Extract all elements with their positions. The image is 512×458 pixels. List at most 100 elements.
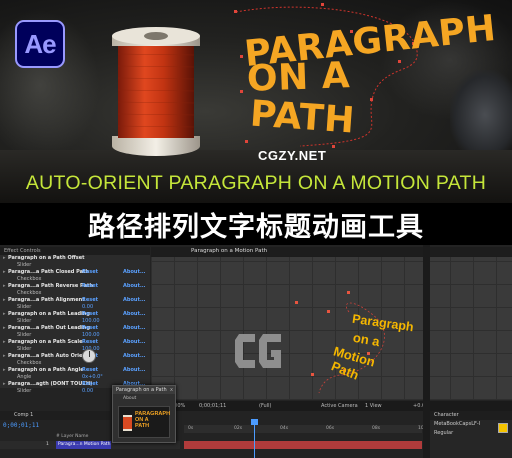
reset-link[interactable]: Reset (82, 325, 98, 332)
character-panel: Character MetaBookCapsLF-I Regular (430, 411, 512, 458)
effect-property-row[interactable]: Angle 0x+0.0° (0, 374, 150, 381)
property-value[interactable]: 0.00 (82, 388, 93, 395)
effect-label: Paragra...a Path Closed Path (8, 269, 89, 275)
about-link[interactable]: About... (123, 353, 146, 360)
about-link[interactable]: About... (123, 297, 146, 304)
property-value[interactable]: 0x+0.0° (82, 374, 103, 381)
effect-controls-header[interactable]: Effect Controls (0, 247, 150, 255)
about-thumbnail: PARAGRAPH ON A PATH (118, 406, 170, 438)
effect-label: Paragra...a Path Reverse Path (8, 283, 93, 289)
timeline-tick-label: 06s (326, 426, 335, 431)
close-icon[interactable]: x (170, 386, 173, 394)
effect-row[interactable]: ▸ Paragra...a Path Reverse Path Reset About… (0, 283, 150, 290)
character-panel-header[interactable]: Character (430, 411, 512, 420)
reset-link[interactable]: Reset (82, 297, 98, 304)
layer-name-header: # Layer Name (56, 434, 89, 439)
reset-link[interactable]: Reset (82, 367, 98, 374)
effect-label: Slider (17, 332, 32, 338)
effect-label: Slider (17, 262, 32, 268)
fill-color-swatch[interactable] (498, 423, 508, 433)
angle-dial[interactable] (82, 349, 96, 363)
effect-label: Angle (17, 374, 32, 380)
banner-text: 路径排列文字标题动画工具 (88, 211, 424, 243)
composition-panel: Paragraph on a Motion Path Paragraph on … (151, 247, 512, 400)
effect-property-row[interactable]: Checkbox (0, 290, 150, 297)
camera-dropdown[interactable]: Active Camera (321, 401, 358, 411)
side-toolbar (423, 245, 430, 458)
effect-label: Paragra...a Path Alignment (8, 297, 85, 303)
about-dialog-titlebar[interactable]: Paragraph on a Path x (113, 386, 175, 394)
effect-row[interactable]: ▸ Paragra...a Path Alignment Reset About... (0, 297, 150, 304)
layer-name: Paragra...n Motion Path (56, 441, 111, 449)
reset-link[interactable]: Reset (82, 311, 98, 318)
effect-label: Slider (17, 318, 32, 324)
effect-label: Checkbox (17, 290, 42, 296)
current-time-indicator[interactable] (251, 419, 258, 458)
effect-property-row[interactable]: Slider 100.00 (0, 332, 150, 339)
reset-link[interactable]: Reset (82, 269, 98, 276)
layer-number: 1 (46, 442, 49, 447)
effect-row[interactable]: ▸ Paragra...a Path Closed Path Reset About.… (0, 269, 150, 276)
effect-row[interactable]: ▸ Paragraph on a Path Angle Reset About... (0, 367, 150, 374)
effect-label: Paragra...agth (DONT TOUCH) (8, 381, 93, 387)
view-layout-dropdown[interactable]: 1 View (365, 401, 382, 411)
effect-label: Paragraph on a Path Angle (8, 367, 84, 373)
current-time-display[interactable]: 0;00;01;11 (199, 401, 226, 411)
timeline-tick-label: 04s (280, 426, 289, 431)
timeline-tabs: Comp 1 (0, 411, 110, 420)
effect-label: Paragra...a Path Auto Orient (8, 353, 89, 359)
about-dialog: Paragraph on a Path x About PARAGRAPH ON… (112, 385, 176, 443)
timeline-tick-label: 02s (234, 426, 243, 431)
about-link[interactable]: About... (123, 325, 146, 332)
effect-controls-panel: Effect Controls ▸ Paragraph on a Path Off… (0, 247, 150, 394)
tab-comp-1[interactable]: Comp 1 (14, 411, 33, 420)
layer-duration-bar[interactable] (184, 441, 422, 449)
timeline-tick-label: 0s (188, 426, 194, 431)
effect-label: Paragraph on a Path Leading (8, 311, 90, 317)
effect-label: Checkbox (17, 276, 42, 282)
effect-row[interactable]: ▸ Paragraph on a Path Offset (0, 255, 150, 262)
effect-property-row[interactable]: Slider (0, 262, 150, 269)
thumbnail-text: PARAGRAPH ON A PATH (135, 411, 170, 429)
after-effects-interface: Effect Controls ▸ Paragraph on a Path Off… (0, 245, 512, 458)
effect-label: Paragraph on a Path Offset (8, 255, 85, 261)
about-button[interactable]: About (113, 394, 175, 401)
composition-toolbar: 100% 0;00;01;11 (Full) Active Camera 1 V… (151, 401, 512, 411)
effect-row[interactable]: ▸Paragra...a Path Auto OrientResetAbout.… (0, 353, 150, 360)
hero-image: Ae PARAGRAPH ON A PATH CGZY.NET AUTO-ORI… (0, 0, 512, 203)
effect-row[interactable]: ▸ Paragra...a Path Out Leading Reset About.… (0, 325, 150, 332)
reset-link[interactable]: Reset (82, 339, 98, 346)
effect-property-row[interactable]: Checkbox (0, 360, 150, 367)
effect-row[interactable]: ▸ Paragraph on a Path Scale Reset About... (0, 339, 150, 346)
spool-thumbnail-icon (123, 415, 132, 431)
effect-row[interactable]: ▸ Paragraph on a Path Leading Reset About..… (0, 311, 150, 318)
effect-property-row[interactable]: Slider100.00 (0, 346, 150, 353)
effect-property-row[interactable]: Slider 0.00 (0, 304, 150, 311)
effect-controls-title: Effect Controls (4, 248, 41, 254)
chinese-title-banner: 路径排列文字标题动画工具 (0, 203, 512, 245)
composition-tab[interactable]: Paragraph on a Motion Path (151, 247, 512, 256)
composition-tab-label: Paragraph on a Motion Path (191, 248, 268, 254)
reset-link[interactable]: Reset (82, 381, 98, 388)
watermark: CGZY.NET (258, 148, 327, 163)
property-value[interactable]: 100.00 (82, 318, 100, 325)
resolution-dropdown[interactable]: (Full) (259, 401, 271, 411)
property-value[interactable]: 0.00 (82, 304, 93, 311)
reset-link[interactable]: Reset (82, 283, 98, 290)
timeline-timecode[interactable]: 0;00;01;11 (3, 422, 39, 429)
effect-property-row[interactable]: Checkbox (0, 276, 150, 283)
property-value[interactable]: 100.00 (82, 332, 100, 339)
about-link[interactable]: About... (123, 311, 146, 318)
effect-rows: ▸ Paragraph on a Path Offset Slider ▸ Paragr… (0, 255, 150, 395)
about-link[interactable]: About... (123, 283, 146, 290)
effect-label: Slider (17, 346, 32, 352)
effect-label: Slider (17, 304, 32, 310)
effect-label: Slider (17, 388, 32, 394)
about-link[interactable]: About... (123, 269, 146, 276)
effect-property-row[interactable]: Slider 100.00 (0, 318, 150, 325)
composition-viewer[interactable]: Paragraph on a Motion Path (151, 257, 512, 400)
about-link[interactable]: About... (123, 367, 146, 374)
about-link[interactable]: About... (123, 339, 146, 346)
effect-label: Checkbox (17, 360, 42, 366)
effect-label: Paragraph on a Path Scale (8, 339, 83, 345)
